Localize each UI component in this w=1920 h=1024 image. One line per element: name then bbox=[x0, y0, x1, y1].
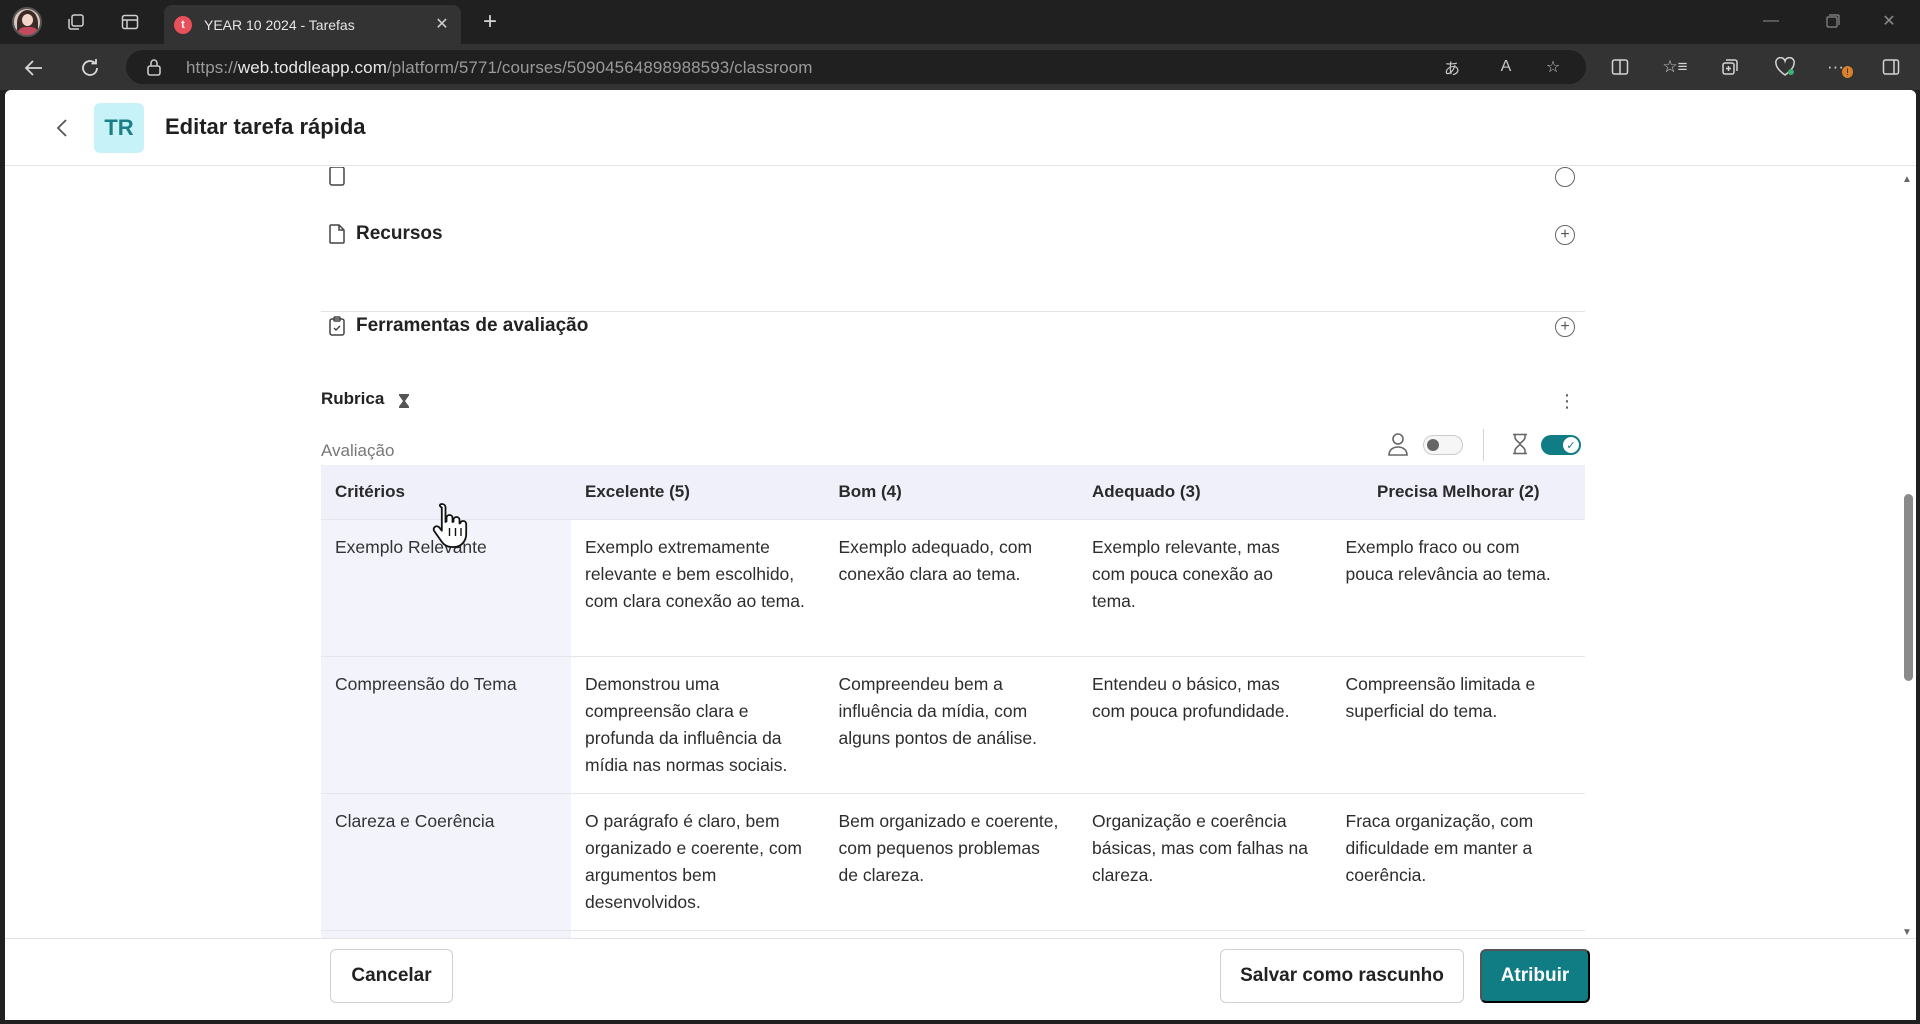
lock-icon[interactable] bbox=[146, 58, 162, 76]
header-excellent[interactable]: Excelente (5) bbox=[571, 465, 825, 519]
address-bar-row: https://web.toddleapp.com/platform/5771/… bbox=[0, 44, 1920, 90]
rubric-label: Rubrica bbox=[321, 389, 385, 408]
hourglass-toggle[interactable]: ✓ bbox=[1541, 435, 1581, 455]
content-area: Recursos + Ferramentas de avaliação + Ru… bbox=[5, 167, 1900, 938]
document-icon bbox=[329, 224, 345, 244]
back-chevron-icon[interactable] bbox=[49, 115, 75, 141]
browser-essentials-icon[interactable] bbox=[1772, 54, 1798, 80]
table-row: Clareza e Coerência O parágrafo é claro,… bbox=[321, 792, 1585, 930]
descriptor-cell[interactable] bbox=[571, 929, 825, 938]
page-title: Editar tarefa rápida bbox=[165, 114, 366, 139]
toddle-favicon-icon: t bbox=[174, 15, 192, 34]
descriptor-cell[interactable]: Fraca organização, com dificuldade em ma… bbox=[1331, 792, 1585, 930]
section-icon bbox=[329, 167, 345, 186]
profile-avatar[interactable] bbox=[12, 7, 42, 37]
add-assessment-tool-icon[interactable]: + bbox=[1555, 317, 1575, 337]
hourglass-icon bbox=[399, 394, 409, 408]
new-tab-icon[interactable]: + bbox=[475, 8, 505, 36]
header-needs-improvement[interactable]: Precisa Melhorar (2) bbox=[1331, 465, 1585, 519]
hand-cursor-icon bbox=[432, 503, 468, 548]
page: TR Editar tarefa rápida Recursos + Ferra… bbox=[5, 90, 1916, 1020]
descriptor-cell[interactable]: Exemplo adequado, com conexão clara ao t… bbox=[824, 518, 1078, 656]
evaluation-label: Avaliação bbox=[321, 441, 395, 460]
scroll-up-arrow-icon[interactable]: ▲ bbox=[1902, 174, 1912, 185]
more-options-icon[interactable]: ···! bbox=[1827, 54, 1853, 80]
descriptor-cell[interactable] bbox=[1331, 929, 1585, 938]
student-visibility-toggle[interactable] bbox=[1423, 435, 1463, 455]
clipboard-check-icon bbox=[329, 316, 345, 336]
descriptor-cell[interactable]: Compreendeu bem a influência da mídia, c… bbox=[824, 655, 1078, 793]
rubric-more-icon[interactable]: ⋮ bbox=[1557, 389, 1577, 413]
criterion-cell[interactable]: Compreensão do Tema bbox=[321, 655, 571, 793]
descriptor-cell[interactable]: Exemplo extremamente relevante e bem esc… bbox=[571, 518, 825, 656]
footer-bar: Cancelar Salvar como rascunho Atribuir bbox=[5, 938, 1916, 1020]
workspaces-icon[interactable] bbox=[62, 8, 90, 36]
page-header: TR Editar tarefa rápida bbox=[5, 90, 1916, 166]
collections-icon[interactable] bbox=[1717, 54, 1743, 80]
favorites-icon[interactable]: ☆≡ bbox=[1662, 54, 1688, 80]
save-draft-button[interactable]: Salvar como rascunho bbox=[1220, 949, 1464, 1003]
browser-tab-bar: t YEAR 10 2024 - Tarefas ✕ + — ✕ bbox=[0, 0, 1920, 44]
split-screen-icon[interactable] bbox=[1607, 54, 1633, 80]
header-good[interactable]: Bom (4) bbox=[824, 465, 1078, 519]
assessment-tools-section: Ferramentas de avaliação + bbox=[321, 305, 1585, 345]
sidebar-toggle-icon[interactable] bbox=[1878, 54, 1904, 80]
url-field[interactable]: https://web.toddleapp.com/platform/5771/… bbox=[126, 50, 1586, 84]
scrollbar-thumb[interactable] bbox=[1904, 494, 1913, 681]
descriptor-cell[interactable]: O parágrafo é claro, bem organizado e co… bbox=[571, 792, 825, 930]
student-icon bbox=[1388, 433, 1408, 456]
refresh-icon[interactable] bbox=[74, 52, 106, 84]
hourglass-toggle-icon bbox=[1513, 433, 1527, 455]
descriptor-cell[interactable]: Exemplo fraco ou com pouca relevância ao… bbox=[1331, 518, 1585, 656]
descriptor-cell[interactable] bbox=[1078, 929, 1332, 938]
assign-button[interactable]: Atribuir bbox=[1480, 949, 1590, 1003]
close-window-icon[interactable]: ✕ bbox=[1866, 6, 1912, 36]
translate-icon[interactable]: あ bbox=[1440, 55, 1464, 79]
back-arrow-icon[interactable] bbox=[18, 52, 50, 84]
descriptor-cell[interactable]: Exemplo relevante, mas com pouca conexão… bbox=[1078, 518, 1332, 656]
descriptor-cell[interactable]: Bem organizado e coerente, com pequenos … bbox=[824, 792, 1078, 930]
minimize-icon[interactable]: — bbox=[1748, 6, 1794, 36]
tab-actions-icon[interactable] bbox=[116, 8, 144, 36]
assessment-tools-label: Ferramentas de avaliação bbox=[356, 315, 589, 336]
header-adequate[interactable]: Adequado (3) bbox=[1078, 465, 1332, 519]
descriptor-cell[interactable]: Organização e coerência básicas, mas com… bbox=[1078, 792, 1332, 930]
cancel-button[interactable]: Cancelar bbox=[330, 949, 453, 1003]
descriptor-cell[interactable]: Entendeu o básico, mas com pouca profund… bbox=[1078, 655, 1332, 793]
restore-icon[interactable] bbox=[1810, 6, 1856, 36]
rubric-table: Critérios Excelente (5) Bom (4) Adequado… bbox=[321, 465, 1585, 938]
table-row-partial bbox=[321, 929, 1585, 938]
resources-section: Recursos + bbox=[321, 213, 1585, 253]
tab-close-icon[interactable]: ✕ bbox=[431, 13, 453, 35]
read-aloud-icon[interactable]: A bbox=[1494, 55, 1518, 79]
table-row: Compreensão do Tema Demonstrou uma compr… bbox=[321, 655, 1585, 793]
browser-tab-active[interactable]: t YEAR 10 2024 - Tarefas ✕ bbox=[164, 5, 461, 44]
descriptor-cell[interactable]: Compreensão limitada e superficial do te… bbox=[1331, 655, 1585, 793]
url-text[interactable]: https://web.toddleapp.com/platform/5771/… bbox=[186, 58, 813, 78]
tab-title: YEAR 10 2024 - Tarefas bbox=[204, 16, 355, 33]
table-row: Exemplo Relevante Exemplo extremamente r… bbox=[321, 518, 1585, 656]
descriptor-cell[interactable]: Demonstrou uma compreensão clara e profu… bbox=[571, 655, 825, 793]
toggle-divider bbox=[1483, 429, 1484, 461]
scroll-down-arrow-icon[interactable]: ▼ bbox=[1902, 927, 1912, 938]
add-resource-icon[interactable]: + bbox=[1555, 225, 1575, 245]
descriptor-cell[interactable] bbox=[824, 929, 1078, 938]
favorite-star-icon[interactable]: ☆ bbox=[1541, 55, 1565, 79]
criterion-cell[interactable] bbox=[321, 929, 571, 938]
hidden-section-row bbox=[321, 167, 1585, 195]
class-avatar: TR bbox=[94, 103, 144, 153]
table-header-row: Critérios Excelente (5) Bom (4) Adequado… bbox=[321, 465, 1585, 519]
resources-label: Recursos bbox=[356, 223, 443, 244]
add-hidden-section-icon[interactable] bbox=[1555, 167, 1575, 187]
criterion-cell[interactable]: Clareza e Coerência bbox=[321, 792, 571, 930]
